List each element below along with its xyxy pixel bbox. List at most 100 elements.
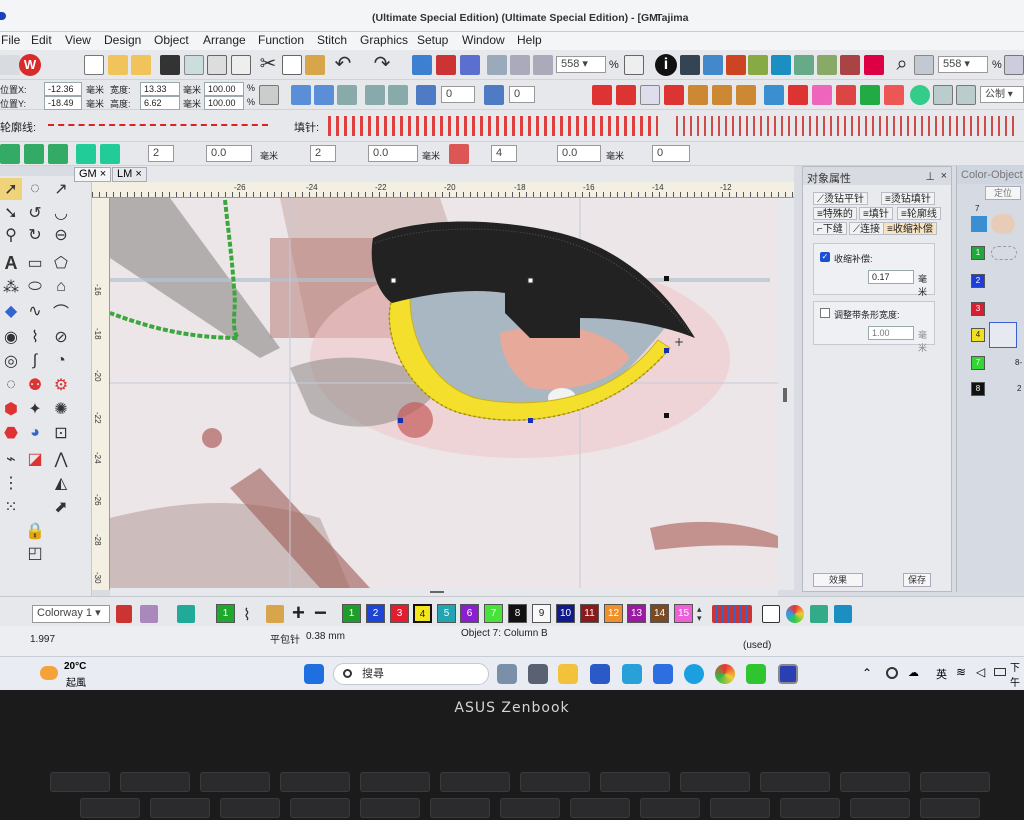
text-tool-icon[interactable]: A	[0, 252, 22, 274]
no-color-icon[interactable]	[762, 605, 780, 623]
menu-window[interactable]: Window	[462, 33, 505, 47]
rectangle-icon[interactable]: ▭	[24, 252, 46, 274]
color-cube-icon[interactable]	[810, 605, 828, 623]
leaf-icon[interactable]	[640, 85, 660, 105]
color-swatch-2[interactable]: 2	[971, 274, 985, 288]
lasso-icon[interactable]: ◌	[24, 178, 46, 200]
unit-select[interactable]: 公制 ▾	[980, 86, 1024, 103]
design-canvas[interactable]: +	[110, 198, 778, 588]
weather-icon[interactable]	[40, 666, 58, 680]
wilcom-logo-icon[interactable]: W	[19, 54, 41, 76]
display-icon[interactable]	[703, 55, 723, 75]
paste-icon[interactable]	[305, 55, 325, 75]
palette-color[interactable]: 10	[556, 604, 575, 623]
undo-icon[interactable]: ↶	[333, 54, 353, 75]
special-stitch-strip[interactable]	[676, 116, 1018, 136]
horizontal-scrollbar[interactable]	[110, 588, 778, 596]
selection-handle[interactable]	[527, 277, 534, 284]
color-swatch-7[interactable]: 7	[971, 356, 985, 370]
palette-color[interactable]: 3	[390, 604, 409, 623]
grid-color-icon[interactable]	[140, 605, 158, 623]
route-icon[interactable]: ∫	[24, 350, 46, 372]
circle-icon[interactable]	[910, 85, 930, 105]
tab-connect[interactable]: ⟋连接	[849, 222, 884, 235]
palette-color[interactable]: 1	[342, 604, 361, 623]
palette-color[interactable]: 11	[580, 604, 599, 623]
column-icon[interactable]	[100, 144, 120, 164]
rotate-cw-icon[interactable]	[337, 85, 357, 105]
menu-edit[interactable]: Edit	[31, 33, 52, 47]
cloud-icon[interactable]: ☁	[908, 666, 919, 679]
monogram-icon[interactable]: ◆	[0, 300, 22, 322]
adjust-field[interactable]: 1.00	[868, 326, 914, 340]
copy-icon[interactable]	[282, 55, 302, 75]
people-icon[interactable]: ⚉	[24, 374, 46, 396]
machine-icon[interactable]	[412, 55, 432, 75]
locate-button[interactable]: 定位	[985, 186, 1021, 200]
scroll-thumb[interactable]	[783, 388, 787, 402]
arch-icon[interactable]: ⌒	[50, 300, 72, 322]
selected-object-thumbnail[interactable]	[989, 322, 1017, 348]
speaker-icon[interactable]: ◁	[976, 665, 985, 679]
offset-icon[interactable]: ◌	[0, 374, 22, 396]
mirror-v-icon[interactable]	[314, 85, 334, 105]
team-names-icon[interactable]: ⁂	[0, 276, 22, 298]
pull-comp-icon[interactable]	[76, 144, 96, 164]
length-field[interactable]: 0.0	[206, 145, 252, 162]
fish-icon[interactable]	[736, 85, 756, 105]
scale-x-field[interactable]: 100.00	[204, 82, 244, 96]
calculator-icon[interactable]	[528, 664, 548, 684]
menu-view[interactable]: View	[65, 33, 91, 47]
palette-color-selected[interactable]: 4	[413, 604, 432, 623]
grid-icon[interactable]	[1004, 55, 1024, 75]
add-color-icon[interactable]: +	[292, 602, 312, 624]
menu-function[interactable]: Function	[258, 33, 304, 47]
sun-icon[interactable]: ✺	[50, 398, 72, 420]
hexagon-icon[interactable]: ⬢	[0, 398, 22, 420]
close-icon[interactable]: ×	[135, 168, 141, 180]
wifi-icon[interactable]: ≋	[956, 665, 966, 679]
palette-color[interactable]: 5	[437, 604, 456, 623]
selection-handle[interactable]	[390, 277, 397, 284]
shrink-field[interactable]: 0.17	[868, 270, 914, 284]
fabric-icon[interactable]	[624, 55, 644, 75]
oval-icon[interactable]: ⬭	[24, 276, 46, 298]
outline-stitch-strip[interactable]	[48, 124, 268, 126]
shape-icon[interactable]: ⬠	[50, 252, 72, 274]
palette-color[interactable]: 13	[627, 604, 646, 623]
applique-icon[interactable]: ◪	[24, 448, 46, 470]
save-as-icon[interactable]	[184, 55, 204, 75]
tab-special[interactable]: ≡特殊的	[813, 207, 857, 220]
shapes-icon[interactable]	[788, 85, 808, 105]
hexagon-red-icon[interactable]: ⬣	[0, 422, 22, 444]
sync-icon[interactable]	[886, 667, 898, 679]
shirt-color-icon[interactable]	[177, 605, 195, 623]
word-icon[interactable]	[590, 664, 610, 684]
thread-chart-icon[interactable]	[726, 55, 746, 75]
menu-file[interactable]: File	[1, 33, 20, 47]
pos-x-field[interactable]: -12.36	[44, 82, 82, 96]
new-file-icon[interactable]	[84, 55, 104, 75]
count-field[interactable]: 4	[491, 145, 517, 162]
fill-tool-icon[interactable]: ◭	[50, 472, 72, 494]
menu-help[interactable]: Help	[517, 33, 542, 47]
stamp-icon[interactable]	[840, 55, 860, 75]
curve-icon[interactable]: ⊘	[50, 326, 72, 348]
rotate-tool-icon[interactable]: ↺	[24, 202, 46, 224]
palette-color[interactable]: 2	[366, 604, 385, 623]
color-sequence-icon[interactable]	[712, 605, 752, 623]
cross-icon[interactable]: ⁙	[0, 496, 22, 518]
color-swatch-1[interactable]: 1	[971, 246, 985, 260]
taskbar-search[interactable]: 搜尋	[333, 663, 489, 685]
vertical-scrollbar[interactable]	[778, 198, 794, 590]
distribute-icon[interactable]	[388, 85, 408, 105]
menu-arrange[interactable]: Arrange	[203, 33, 246, 47]
pos-y-field[interactable]: -18.49	[44, 96, 82, 110]
selection-handle[interactable]	[528, 418, 533, 423]
angle-tool-icon[interactable]: ◔	[50, 350, 72, 372]
palette-color[interactable]: 9	[532, 604, 551, 623]
remove-color-icon[interactable]: −	[314, 602, 334, 624]
digitize-icon[interactable]: ⌇	[24, 326, 46, 348]
motif-icon[interactable]	[884, 85, 904, 105]
zoom-select[interactable]: 558 ▾	[556, 56, 606, 73]
